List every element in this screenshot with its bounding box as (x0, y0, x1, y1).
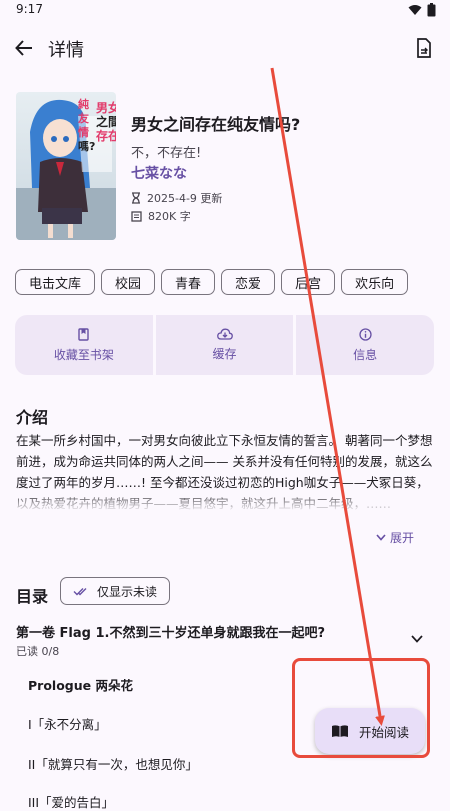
hourglass-icon (132, 192, 140, 204)
info-label: 信息 (353, 347, 378, 362)
tag-chip[interactable]: 恋爱 (221, 269, 276, 295)
chapter-item[interactable]: I「永不分离」 (28, 714, 107, 733)
book-subtitle: 不，不存在! (131, 146, 202, 161)
tag-chip[interactable]: 欢乐向 (341, 269, 409, 295)
start-reading-button[interactable]: 开始阅读 (315, 708, 425, 754)
svg-text:存在: 存在 (95, 128, 116, 143)
tag-chip[interactable]: 校园 (101, 269, 156, 295)
double-check-icon (73, 587, 87, 595)
volume-progress: 已读 0/8 (16, 645, 60, 658)
book-author[interactable]: 七菜なな (131, 163, 187, 183)
cache-label: 缓存 (212, 347, 237, 361)
bookmark-icon (78, 327, 90, 341)
cloud-download-icon (216, 328, 233, 340)
add-to-shelf-button[interactable]: 收藏至书架 (15, 315, 153, 375)
intro-fade (16, 490, 434, 512)
svg-text:之間: 之間 (96, 114, 116, 129)
cache-button[interactable]: 缓存 (155, 315, 294, 375)
info-button[interactable]: 信息 (296, 315, 434, 375)
svg-text:純: 純 (78, 97, 89, 111)
word-count: 820K 字 (148, 210, 191, 223)
chevron-down-icon (411, 635, 423, 643)
action-bar: 收藏至书架 缓存 信息 (15, 315, 434, 375)
cover-illustration: 男女 之間 存在 純 友 情 嗎? (16, 92, 116, 240)
back-button[interactable] (10, 34, 38, 62)
expand-button[interactable]: 展开 (376, 529, 414, 546)
svg-text:男女: 男女 (96, 100, 116, 115)
start-reading-label: 开始阅读 (358, 724, 409, 740)
page-title: 详情 (48, 40, 84, 61)
svg-text:友: 友 (78, 111, 89, 125)
tag-list: 电击文库 校园 青春 恋爱 后宫 欢乐向 (15, 269, 409, 295)
update-row: 2025-4-9 更新 (131, 190, 222, 206)
word-count-row: 820K 字 (131, 208, 191, 224)
status-bar: 9:17 (0, 0, 450, 22)
chapter-item[interactable]: II「就算只有一次，也想见你」 (28, 754, 198, 773)
update-date: 2025-4-9 更新 (147, 192, 223, 205)
info-icon (359, 327, 372, 341)
arrow-left-icon (15, 40, 32, 56)
tag-chip[interactable]: 电击文库 (15, 269, 96, 295)
unread-filter-chip[interactable]: 仅显示未读 (60, 577, 171, 605)
tag-chip[interactable]: 后宫 (281, 269, 336, 295)
wifi-icon (408, 5, 422, 15)
battery-icon (427, 3, 436, 17)
app-bar: 详情 (0, 26, 450, 70)
svg-text:嗎?: 嗎? (78, 140, 95, 153)
book-title: 男女之间存在纯友情吗? (131, 115, 301, 134)
open-book-icon (331, 725, 348, 737)
file-swap-icon (417, 38, 431, 58)
chapter-item[interactable]: Prologue 两朵花 (28, 675, 133, 694)
add-to-shelf-label: 收藏至书架 (53, 347, 114, 362)
book-icon (131, 210, 142, 222)
svg-text:情: 情 (78, 125, 89, 139)
toc-heading: 目录 (16, 587, 49, 606)
status-time: 9:17 (16, 2, 43, 16)
book-cover[interactable]: 男女 之間 存在 純 友 情 嗎? (16, 92, 116, 240)
unread-filter-label: 仅显示未读 (97, 584, 158, 599)
volume-title[interactable]: 第一卷 Flag 1.不然到三十岁还单身就跟我在一起吧? (16, 622, 325, 641)
chevron-down-icon (376, 534, 386, 541)
expand-label: 展开 (389, 531, 414, 545)
tag-chip[interactable]: 青春 (161, 269, 216, 295)
chapter-item[interactable]: III「爱的告白」 (28, 792, 114, 811)
status-icons (408, 3, 436, 17)
file-swap-button[interactable] (410, 34, 438, 62)
volume-collapse-button[interactable] (408, 630, 426, 648)
intro-heading: 介绍 (16, 408, 49, 427)
